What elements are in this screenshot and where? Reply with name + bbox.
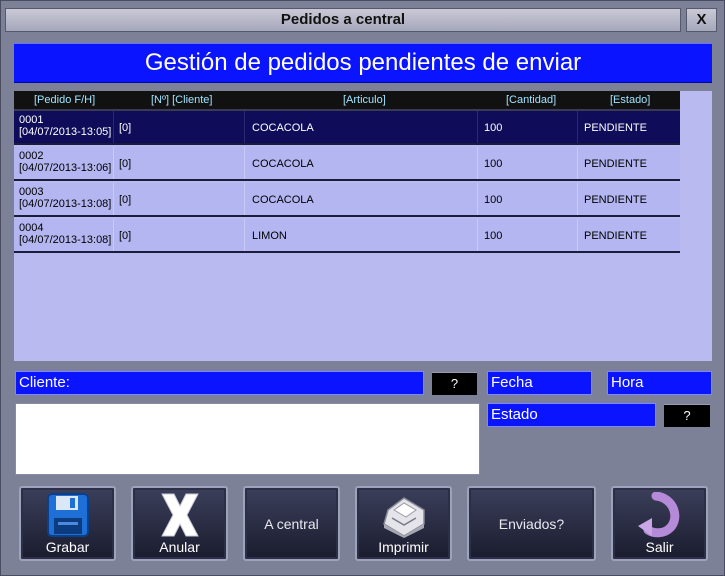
- order-qty: 100: [484, 122, 503, 134]
- grabar-label: Grabar: [45, 539, 90, 555]
- hora-field[interactable]: Hora: [607, 371, 712, 395]
- estado-lookup-button[interactable]: ?: [664, 404, 710, 427]
- order-datetime: [04/07/2013-13:08]: [19, 198, 112, 210]
- order-qty: 100: [484, 158, 503, 170]
- order-status: PENDIENTE: [584, 230, 647, 242]
- a-central-button[interactable]: A central: [243, 486, 340, 561]
- enviados-label: Enviados?: [498, 516, 565, 532]
- order-article: COCACOLA: [252, 122, 314, 134]
- column-cliente[interactable]: [Nº] [Cliente]: [151, 94, 212, 106]
- x-icon: [160, 493, 199, 537]
- order-qty: 100: [484, 230, 503, 242]
- imprimir-button[interactable]: Imprimir: [355, 486, 452, 561]
- order-article: LIMON: [252, 230, 287, 242]
- notes-textarea[interactable]: [15, 403, 480, 475]
- order-id: 0001: [19, 114, 44, 126]
- pedidos-window: Pedidos a central X Gestión de pedidos p…: [0, 0, 725, 576]
- anular-label: Anular: [159, 539, 200, 555]
- floppy-disk-icon: [46, 493, 89, 537]
- column-cantidad[interactable]: [Cantidad]: [506, 94, 556, 106]
- estado-field[interactable]: Estado: [487, 403, 656, 427]
- order-id: 0002: [19, 150, 44, 162]
- table-row[interactable]: 0004 [04/07/2013-13:08] [0] LIMON 100 PE…: [14, 219, 680, 253]
- order-article: COCACOLA: [252, 194, 314, 206]
- column-articulo[interactable]: [Articulo]: [343, 94, 386, 106]
- salir-button[interactable]: Salir: [611, 486, 708, 561]
- order-qty: 100: [484, 194, 503, 206]
- order-datetime: [04/07/2013-13:08]: [19, 234, 112, 246]
- window-title: Pedidos a central: [5, 8, 681, 32]
- a-central-label: A central: [264, 516, 319, 532]
- fecha-field[interactable]: Fecha: [487, 371, 592, 395]
- order-id: 0003: [19, 186, 44, 198]
- page-title: Gestión de pedidos pendientes de enviar: [14, 43, 712, 83]
- order-article: COCACOLA: [252, 158, 314, 170]
- cliente-lookup-button[interactable]: ?: [432, 372, 477, 395]
- order-status: PENDIENTE: [584, 194, 647, 206]
- enviados-button[interactable]: Enviados?: [467, 486, 596, 561]
- table-row[interactable]: 0001 [04/07/2013-13:05] [0] COCACOLA 100…: [14, 111, 680, 145]
- exit-arrow-icon: [637, 492, 679, 538]
- grid-header: [Pedido F/H] [Nº] [Cliente] [Articulo] […: [14, 91, 680, 111]
- column-estado[interactable]: [Estado]: [610, 94, 650, 106]
- imprimir-label: Imprimir: [378, 539, 429, 555]
- order-status: PENDIENTE: [584, 122, 647, 134]
- order-client: [0]: [119, 230, 132, 242]
- column-pedido[interactable]: [Pedido F/H]: [34, 94, 95, 106]
- order-status: PENDIENTE: [584, 158, 647, 170]
- order-id: 0004: [19, 222, 44, 234]
- order-client: [0]: [119, 158, 132, 170]
- printer-icon: [382, 497, 425, 538]
- anular-button[interactable]: Anular: [131, 486, 228, 561]
- grabar-button[interactable]: Grabar: [19, 486, 116, 561]
- order-datetime: [04/07/2013-13:05]: [19, 126, 112, 138]
- cliente-field[interactable]: Cliente:: [15, 371, 424, 395]
- order-datetime: [04/07/2013-13:06]: [19, 162, 112, 174]
- close-button[interactable]: X: [686, 8, 717, 32]
- order-client: [0]: [119, 122, 132, 134]
- orders-grid: [Pedido F/H] [Nº] [Cliente] [Articulo] […: [14, 91, 712, 361]
- order-client: [0]: [119, 194, 132, 206]
- table-row[interactable]: 0002 [04/07/2013-13:06] [0] COCACOLA 100…: [14, 147, 680, 181]
- salir-label: Salir: [645, 539, 674, 555]
- table-row[interactable]: 0003 [04/07/2013-13:08] [0] COCACOLA 100…: [14, 183, 680, 217]
